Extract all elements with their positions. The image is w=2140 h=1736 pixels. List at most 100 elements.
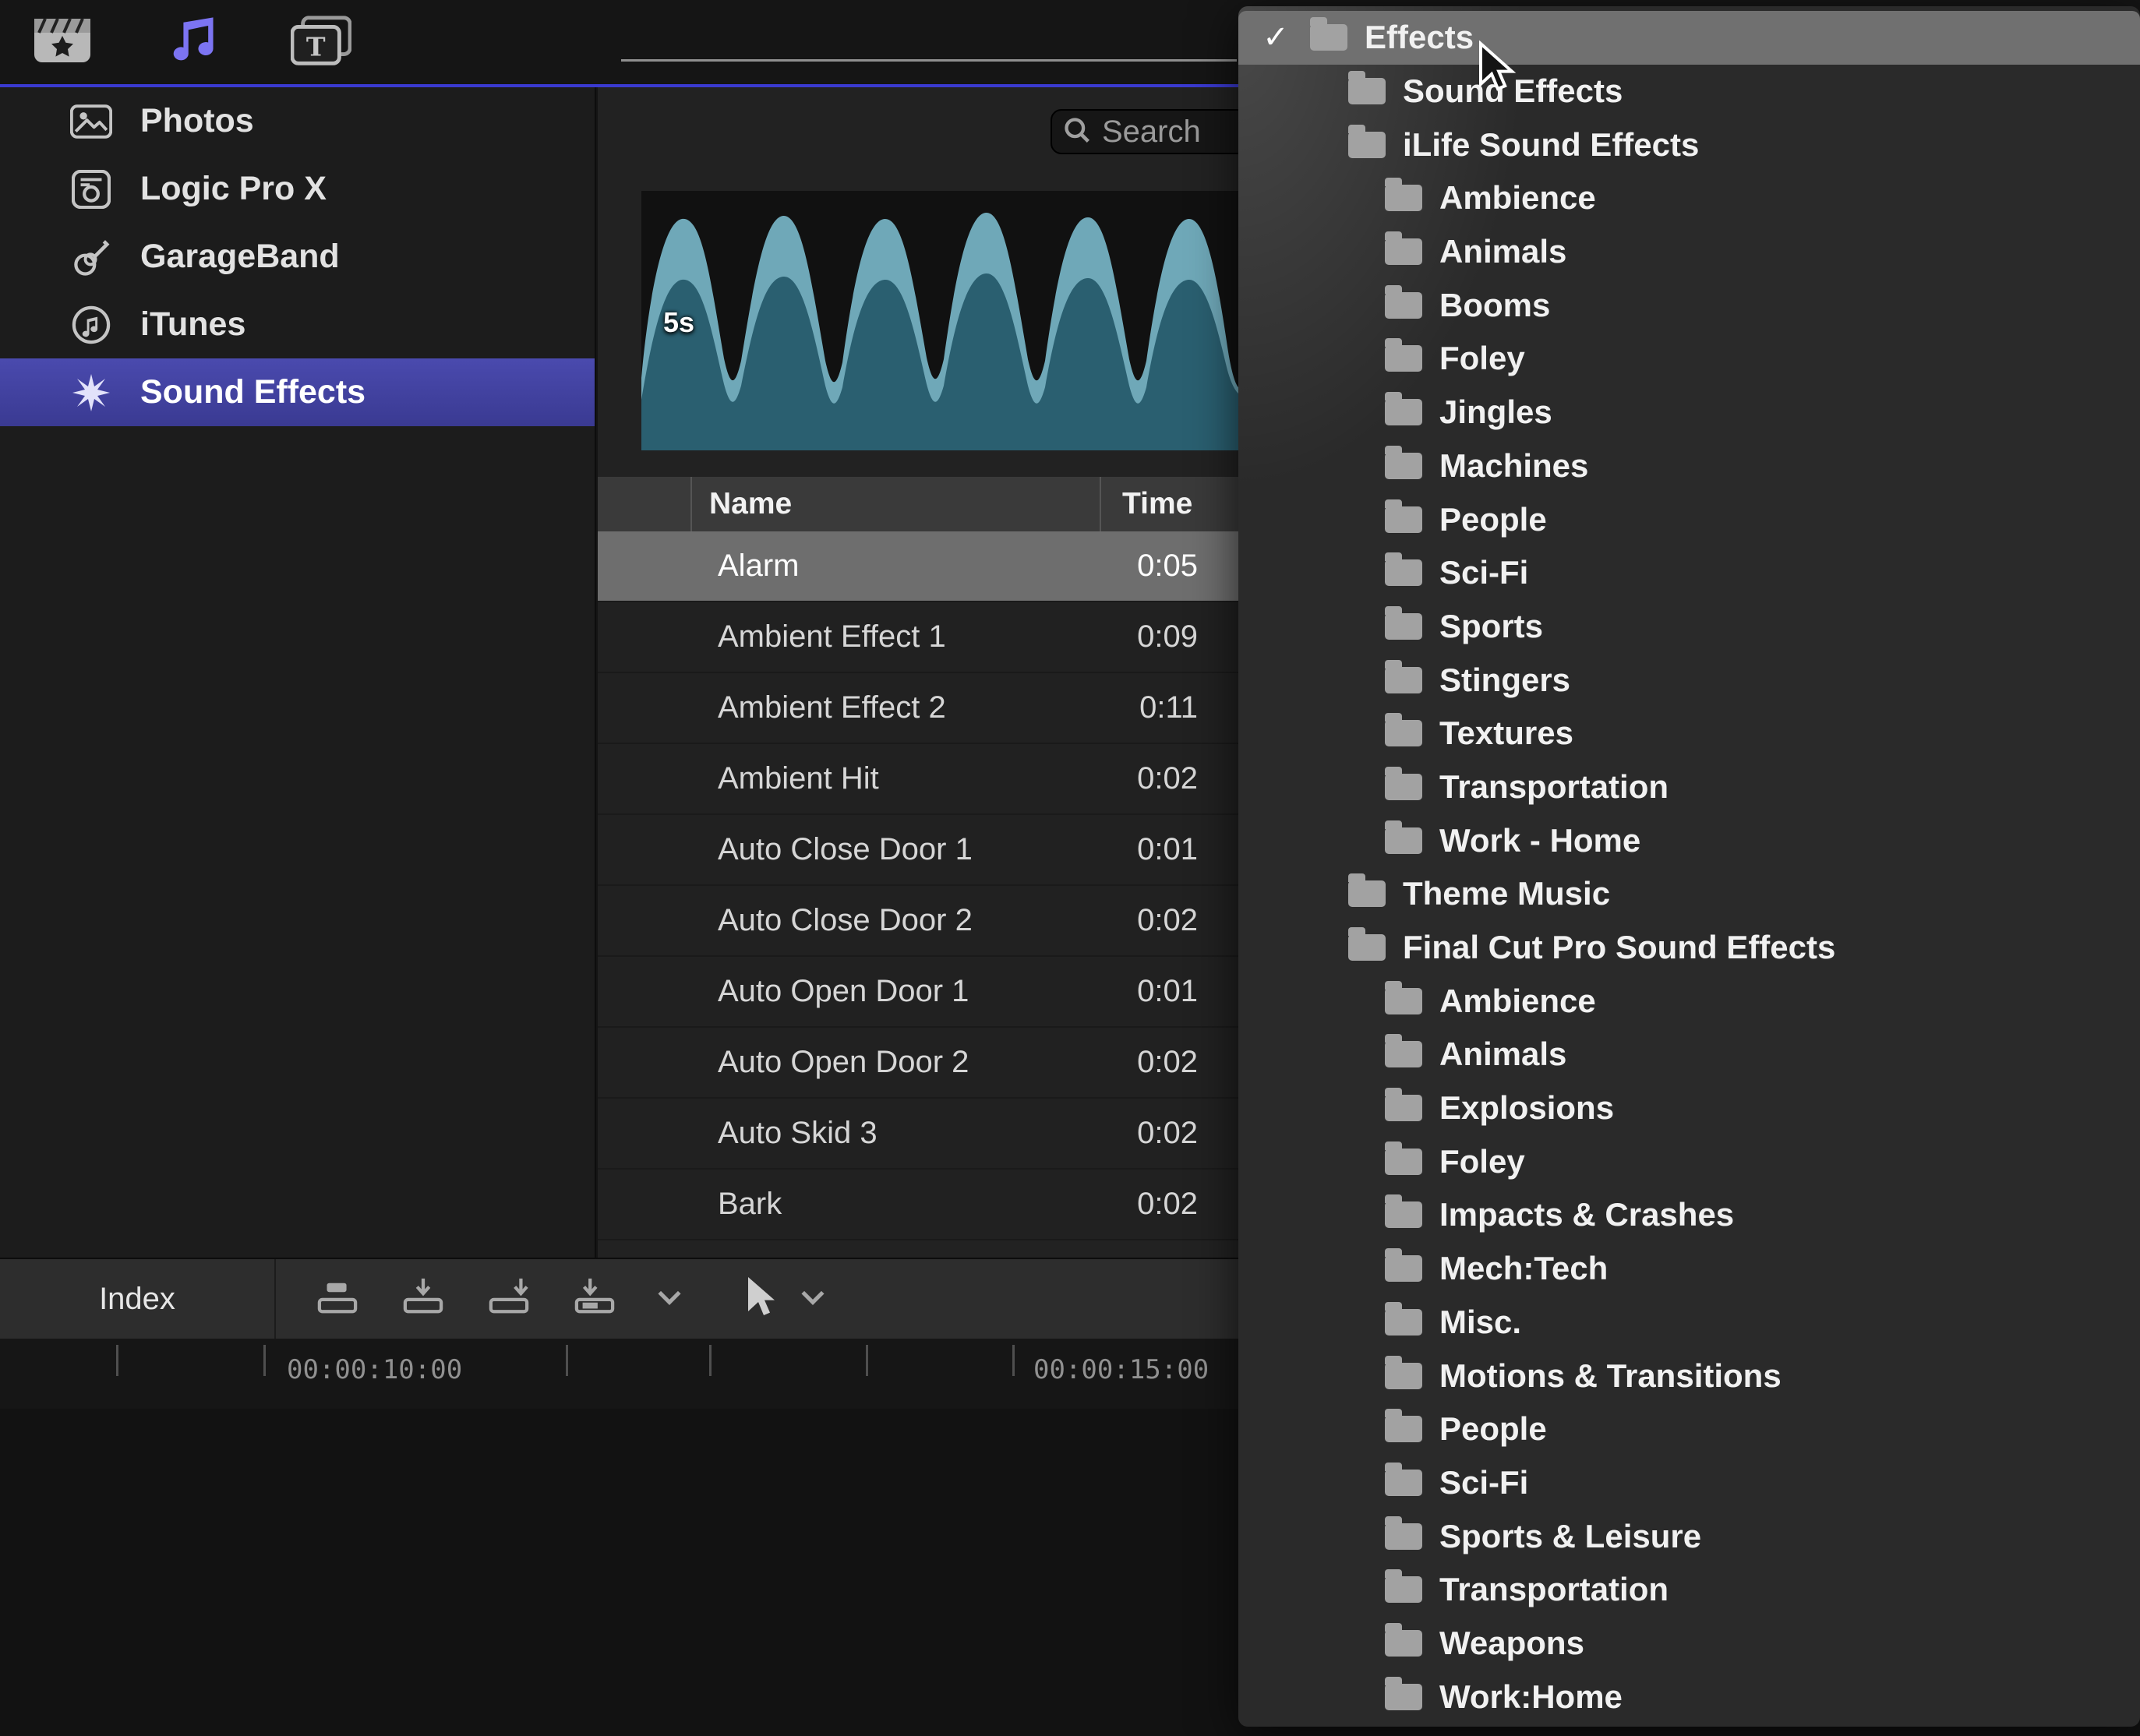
- menu-item-label: People: [1439, 1410, 1547, 1448]
- menu-item-label: Animals: [1439, 1036, 1566, 1073]
- menu-item[interactable]: Mech:Tech: [1238, 1242, 2140, 1296]
- checkmark-icon: ✓: [1257, 19, 1294, 55]
- menu-item[interactable]: Foley: [1238, 1134, 2140, 1188]
- logic-pro-icon: [69, 167, 114, 212]
- folder-icon: [1385, 506, 1422, 533]
- menu-item[interactable]: Misc.: [1238, 1296, 2140, 1350]
- sidebar-item-label: GarageBand: [140, 238, 340, 276]
- starburst-icon: [69, 370, 114, 415]
- menu-item[interactable]: Transportation: [1238, 1563, 2140, 1617]
- menu-item[interactable]: Weapons: [1238, 1617, 2140, 1671]
- table-row[interactable]: Auto Skid 3 0:02: [598, 1099, 1238, 1170]
- row-time: 0:02: [1081, 1116, 1198, 1151]
- menu-item-label: Sci-Fi: [1439, 554, 1528, 591]
- append-edit-button[interactable]: [485, 1277, 533, 1321]
- table-row[interactable]: Ambient Effect 2 0:11: [598, 673, 1238, 744]
- index-button-label: Index: [99, 1282, 175, 1317]
- row-time: 0:05: [1081, 549, 1198, 584]
- table-row[interactable]: Alarm 0:05: [598, 531, 1238, 602]
- search-field[interactable]: [1051, 109, 1238, 154]
- menu-item[interactable]: Booms: [1238, 278, 2140, 332]
- insert-edit-button[interactable]: [399, 1277, 447, 1321]
- table-header: Name Time: [598, 477, 1238, 531]
- folder-icon: [1385, 292, 1422, 319]
- menu-item[interactable]: ✓ Effects: [1238, 11, 2140, 65]
- menu-item[interactable]: People: [1238, 492, 2140, 546]
- menu-item[interactable]: Theme Music: [1238, 867, 2140, 921]
- ruler-tick: [116, 1345, 118, 1376]
- row-time: 0:09: [1081, 619, 1198, 655]
- folder-icon: [1385, 1201, 1422, 1228]
- row-name: Auto Close Door 1: [718, 832, 973, 867]
- titles-browser-button[interactable]: T: [290, 11, 352, 73]
- row-name: Ambient Effect 2: [718, 690, 946, 725]
- table-row[interactable]: Auto Close Door 1 0:01: [598, 815, 1238, 886]
- connect-edit-button[interactable]: [313, 1277, 362, 1321]
- sidebar-item-itunes[interactable]: iTunes: [0, 291, 595, 358]
- menu-item[interactable]: Sci-Fi: [1238, 1456, 2140, 1510]
- table-row[interactable]: Auto Open Door 1 0:01: [598, 957, 1238, 1028]
- search-input[interactable]: [1100, 114, 1236, 150]
- timecode-label: 00:00:10:00: [287, 1354, 462, 1385]
- table-row[interactable]: Ambient Hit 0:02: [598, 744, 1238, 815]
- media-browser-button[interactable]: [31, 11, 94, 73]
- menu-item[interactable]: People: [1238, 1403, 2140, 1456]
- menu-item-label: Impacts & Crashes: [1439, 1196, 1734, 1233]
- column-header-time[interactable]: Time: [1122, 487, 1192, 521]
- menu-item[interactable]: Impacts & Crashes: [1238, 1188, 2140, 1242]
- arrow-tool-button[interactable]: [742, 1274, 779, 1325]
- waveform-preview[interactable]: 5s: [641, 191, 1238, 450]
- row-name: Auto Open Door 1: [718, 974, 969, 1009]
- menu-item-label: Machines: [1439, 447, 1588, 485]
- sidebar-item-garageband[interactable]: GarageBand: [0, 223, 595, 291]
- menu-item[interactable]: Foley: [1238, 332, 2140, 386]
- guitar-icon: [69, 235, 114, 280]
- menu-item[interactable]: Textures: [1238, 707, 2140, 760]
- menu-item[interactable]: Animals: [1238, 225, 2140, 279]
- table-row[interactable]: Bark 0:02: [598, 1170, 1238, 1240]
- menu-item[interactable]: Work - Home: [1238, 813, 2140, 867]
- folder-icon: [1385, 238, 1422, 265]
- tool-chevron-icon[interactable]: [800, 1289, 826, 1310]
- table-row[interactable]: Ambient Effect 1 0:09: [598, 602, 1238, 673]
- folder-icon: [1385, 613, 1422, 640]
- folder-icon: [1385, 453, 1422, 479]
- menu-item[interactable]: Ambience: [1238, 974, 2140, 1028]
- sidebar-item-photos[interactable]: Photos: [0, 87, 595, 155]
- menu-item[interactable]: Ambience: [1238, 171, 2140, 225]
- menu-item-label: Motions & Transitions: [1439, 1357, 1782, 1395]
- index-button[interactable]: Index: [0, 1259, 276, 1339]
- menu-item[interactable]: Machines: [1238, 439, 2140, 493]
- menu-item[interactable]: Sports: [1238, 600, 2140, 654]
- menu-item[interactable]: iLife Sound Effects: [1238, 118, 2140, 171]
- menu-item[interactable]: Work:Home: [1238, 1670, 2140, 1724]
- folder-icon: [1385, 1684, 1422, 1710]
- sound-effects-browser: 5s Name Time Alarm 0:05 Ambient Effect 1…: [598, 87, 1238, 1258]
- sidebar-item-label: Photos: [140, 102, 254, 140]
- overwrite-edit-button[interactable]: [570, 1277, 619, 1321]
- menu-item[interactable]: Sci-Fi: [1238, 546, 2140, 600]
- menu-item[interactable]: Jingles: [1238, 386, 2140, 439]
- menu-item[interactable]: Final Cut Pro Sound Effects: [1238, 921, 2140, 975]
- edit-options-chevron-icon[interactable]: [656, 1289, 683, 1310]
- table-row[interactable]: Auto Close Door 2 0:02: [598, 886, 1238, 957]
- sidebar-item-logic-pro-x[interactable]: Logic Pro X: [0, 155, 595, 223]
- folder-icon: [1385, 1041, 1422, 1067]
- table-row[interactable]: Auto Open Door 2 0:02: [598, 1028, 1238, 1099]
- sidebar-item-sound-effects[interactable]: Sound Effects: [0, 358, 595, 426]
- folder-icon: [1385, 1576, 1422, 1603]
- menu-item-label: Weapons: [1439, 1625, 1584, 1662]
- menu-item-label: Theme Music: [1403, 875, 1610, 912]
- menu-item[interactable]: Transportation: [1238, 760, 2140, 814]
- menu-item[interactable]: Sound Effects: [1238, 65, 2140, 118]
- media-sidebar: Photos Logic Pro X GarageBand: [0, 87, 596, 1258]
- audio-browser-button[interactable]: [161, 11, 223, 73]
- menu-item[interactable]: Sports & Leisure: [1238, 1509, 2140, 1563]
- column-header-name[interactable]: Name: [709, 487, 792, 521]
- menu-item[interactable]: Motions & Transitions: [1238, 1349, 2140, 1403]
- menu-item[interactable]: Animals: [1238, 1028, 2140, 1081]
- timeline-ruler[interactable]: 00:00:10:00 00:00:15:00: [0, 1339, 1238, 1409]
- row-name: Auto Open Door 2: [718, 1045, 969, 1080]
- menu-item[interactable]: Stingers: [1238, 653, 2140, 707]
- menu-item[interactable]: Explosions: [1238, 1081, 2140, 1135]
